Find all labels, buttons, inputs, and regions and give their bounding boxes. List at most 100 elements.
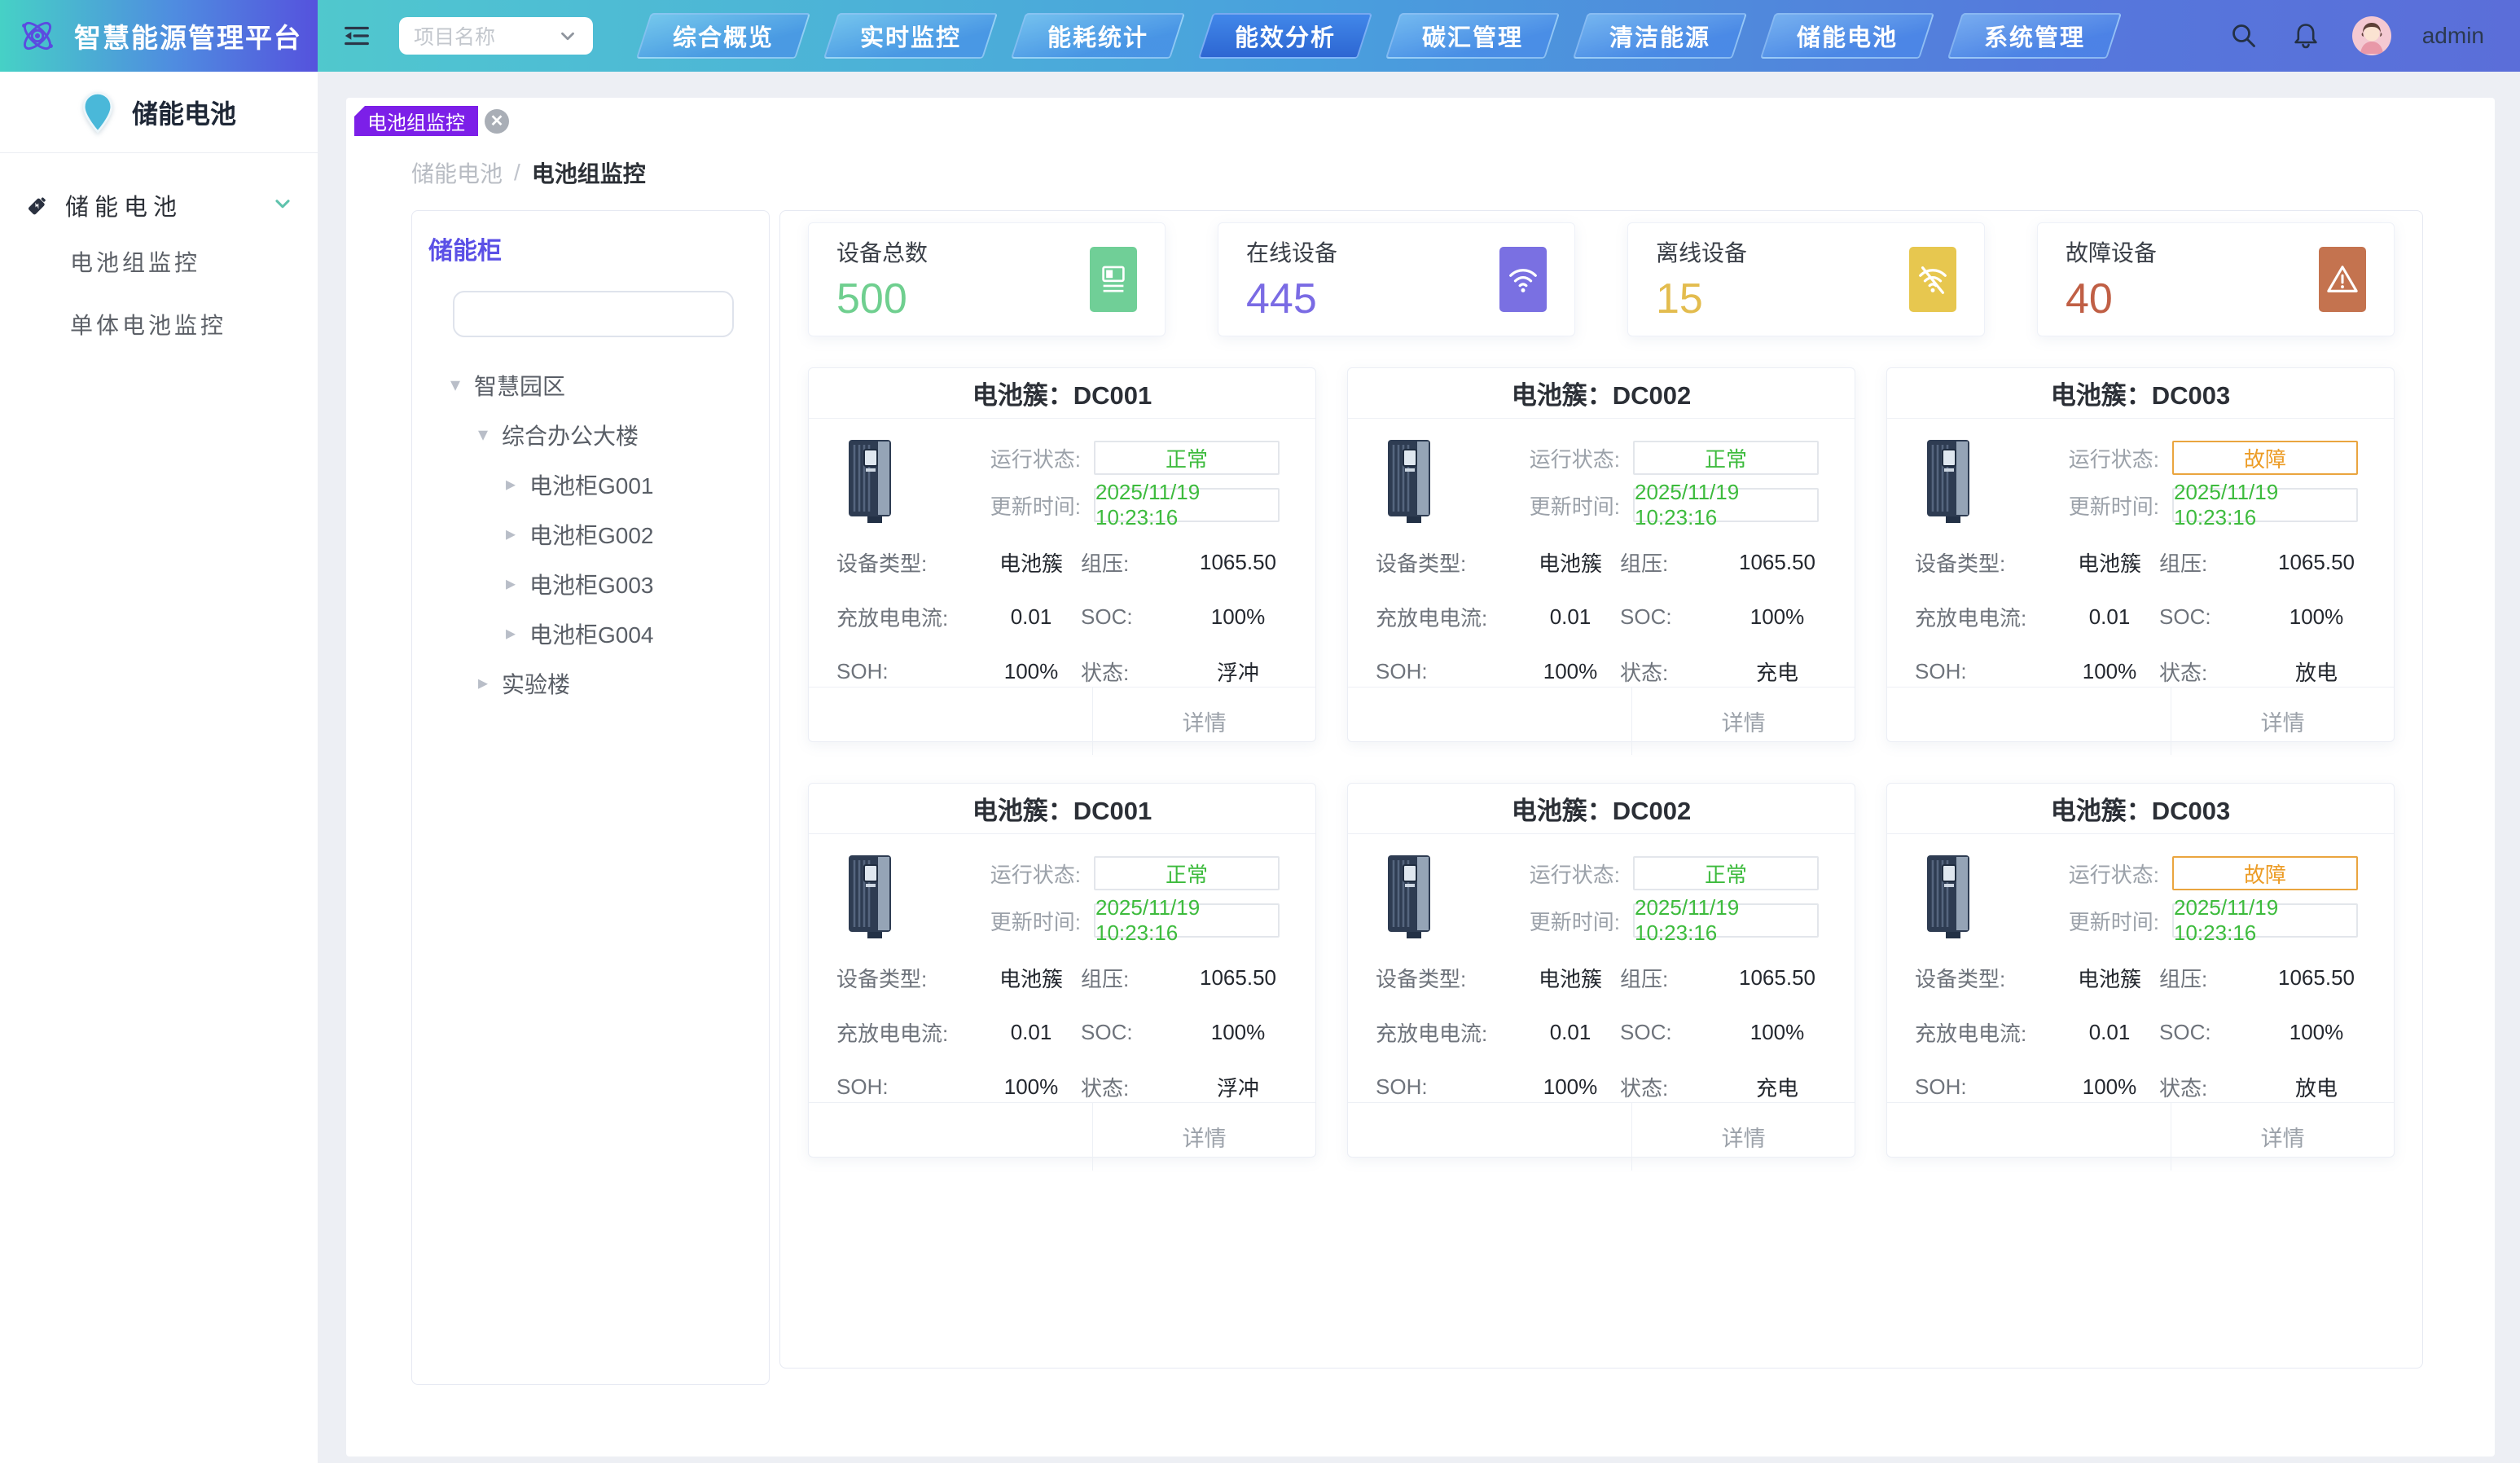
current-value: 0.01 [2060,604,2159,630]
content-row: 储能柜 ▾ 智慧园区 ▾ 综合办公大楼 ▸ 电池柜G001 ▸ 电池柜G002 … [411,210,2423,1385]
battery-device-image [1387,854,1438,940]
state-value: 浮冲 [1188,1072,1288,1102]
content-panel: 电池组监控 ✕ 储能电池 / 电池组监控 储能柜 ▾ 智慧园区 ▾ 综合办公大楼… [346,98,2495,1456]
stat-label: 故障设备 [2066,235,2157,268]
soc-value: 100% [1188,1020,1288,1045]
battery-device-image [1926,438,1977,525]
device-type-value: 电池簇 [2060,963,2159,993]
bell-icon[interactable] [2290,20,2321,51]
user-name[interactable]: admin [2422,23,2484,49]
menu-fold-icon[interactable] [339,18,375,54]
close-icon[interactable]: ✕ [485,109,509,134]
battery-cluster-card: 电池簇：DC002 运行状态: 正常 更新时间: 2025/11/19 10:2… [1347,367,1855,742]
sidebar-title: 储能电池 [132,94,236,131]
state-value: 充电 [1728,657,1827,687]
sidebar-item-label: 储能电池 [65,188,182,222]
tree-caret-icon[interactable]: ▸ [498,622,523,645]
run-status-box: 故障 [2172,856,2358,890]
top-navbar: 智慧能源管理平台 项目名称 综合概览实时监控能耗统计能效分析碳汇管理清洁能源储能… [0,0,2520,72]
sidebar-submenu-item[interactable]: 电池组监控 [0,231,318,294]
run-status-box: 正常 [1094,856,1280,890]
tree-search-input[interactable] [453,291,734,337]
sidebar-submenu-item[interactable]: 单体电池监控 [0,294,318,357]
battery-cluster-card: 电池簇：DC003 运行状态: 故障 更新时间: 2025/11/19 10:2… [1886,783,2395,1158]
soh-value: 100% [2060,659,2159,684]
tree-node[interactable]: ▸ 实验楼 [428,658,769,708]
tree-caret-icon[interactable]: ▸ [498,472,523,496]
soc-value: 100% [2267,1020,2366,1045]
tree-node[interactable]: ▾ 智慧园区 [428,360,769,410]
tree-caret-icon[interactable]: ▾ [443,373,468,397]
update-time-box: 2025/11/19 10:23:16 [1094,903,1280,938]
sidebar-submenu: 电池组监控单体电池监控 [0,231,318,357]
sidebar-item-energy-storage[interactable]: 储能电池 [0,179,318,231]
update-time-box: 2025/11/19 10:23:16 [1633,903,1819,938]
tree-node[interactable]: ▸ 电池柜G003 [428,559,769,608]
current-value: 0.01 [981,604,1081,630]
soh-value: 100% [2060,1074,2159,1100]
navbar-right: admin [2228,16,2520,55]
detail-button[interactable]: 详情 [1631,688,1855,755]
battery-device-image [848,438,898,525]
tree-caret-icon[interactable]: ▾ [471,423,495,446]
detail-button[interactable]: 详情 [2171,1103,2394,1171]
tree-node[interactable]: ▸ 电池柜G004 [428,608,769,658]
soc-value: 100% [1728,604,1827,630]
battery-icon [24,192,50,218]
nav-menu-item-实时监控[interactable]: 实时监控 [823,13,998,59]
current-value: 0.01 [2060,1020,2159,1045]
nav-menu-item-储能电池[interactable]: 储能电池 [1760,13,1934,59]
state-value: 充电 [1728,1072,1827,1102]
chevron-down-icon [557,25,578,46]
nav-menu-item-清洁能源[interactable]: 清洁能源 [1573,13,1747,59]
soc-value: 100% [1188,604,1288,630]
stat-value: 445 [1246,275,1337,323]
pack-voltage-value: 1065.50 [1188,550,1288,575]
nav-menu-item-综合概览[interactable]: 综合概览 [636,13,810,59]
project-select[interactable]: 项目名称 [399,17,593,55]
detail-button[interactable]: 详情 [1092,688,1315,755]
stat-card: 故障设备 40 [2037,222,2395,336]
pack-voltage-value: 1065.50 [1728,965,1827,991]
detail-button[interactable]: 详情 [2171,688,2394,755]
run-status-box: 正常 [1633,441,1819,475]
nav-menu-item-系统管理[interactable]: 系统管理 [1947,13,2122,59]
tree-node[interactable]: ▾ 综合办公大楼 [428,410,769,459]
sidebar: 储能电池 储能电池 电池组监控单体电池监控 [0,72,318,1463]
atom-icon [15,14,59,58]
stat-value: 40 [2066,275,2157,323]
cluster-card-title: 电池簇：DC002 [1348,784,1855,834]
update-time-box: 2025/11/19 10:23:16 [1094,488,1280,522]
tree-node[interactable]: ▸ 电池柜G001 [428,459,769,509]
main-nav-menu: 综合概览实时监控能耗统计能效分析碳汇管理清洁能源储能电池系统管理 [643,13,2114,59]
battery-device-image [1387,438,1438,525]
soh-value: 100% [981,1074,1081,1100]
cluster-grid: 电池簇：DC001 运行状态: 正常 更新时间: 2025/11/19 10:2… [808,367,2395,1158]
stat-card: 设备总数 500 [808,222,1166,336]
tree-title: 储能柜 [428,231,769,266]
nav-menu-item-碳汇管理[interactable]: 碳汇管理 [1385,13,1560,59]
tree-caret-icon[interactable]: ▸ [471,671,495,695]
cluster-card-title: 电池簇：DC003 [1887,368,2394,419]
detail-button[interactable]: 详情 [1092,1103,1315,1171]
current-value: 0.01 [1521,1020,1620,1045]
nav-menu-item-能效分析[interactable]: 能效分析 [1198,13,1372,59]
stat-label: 离线设备 [1656,235,1747,268]
update-time-box: 2025/11/19 10:23:16 [1633,488,1819,522]
search-icon[interactable] [2228,20,2259,51]
nav-menu-item-能耗统计[interactable]: 能耗统计 [1011,13,1185,59]
tree-caret-icon[interactable]: ▸ [498,572,523,595]
sidebar-header: 储能电池 [0,72,318,153]
run-status-box: 正常 [1094,441,1280,475]
soh-value: 100% [981,659,1081,684]
detail-button[interactable]: 详情 [1631,1103,1855,1171]
avatar[interactable] [2352,16,2391,55]
tree-node[interactable]: ▸ 电池柜G002 [428,509,769,559]
page-tag[interactable]: 电池组监控 [354,106,478,136]
breadcrumb-parent[interactable]: 储能电池 [411,156,503,189]
storage-cabinet-tree-card: 储能柜 ▾ 智慧园区 ▾ 综合办公大楼 ▸ 电池柜G001 ▸ 电池柜G002 … [411,210,770,1385]
run-status-box: 故障 [2172,441,2358,475]
tree-caret-icon[interactable]: ▸ [498,522,523,546]
state-value: 浮冲 [1188,657,1288,687]
offline-wifi-icon [1909,247,1956,312]
